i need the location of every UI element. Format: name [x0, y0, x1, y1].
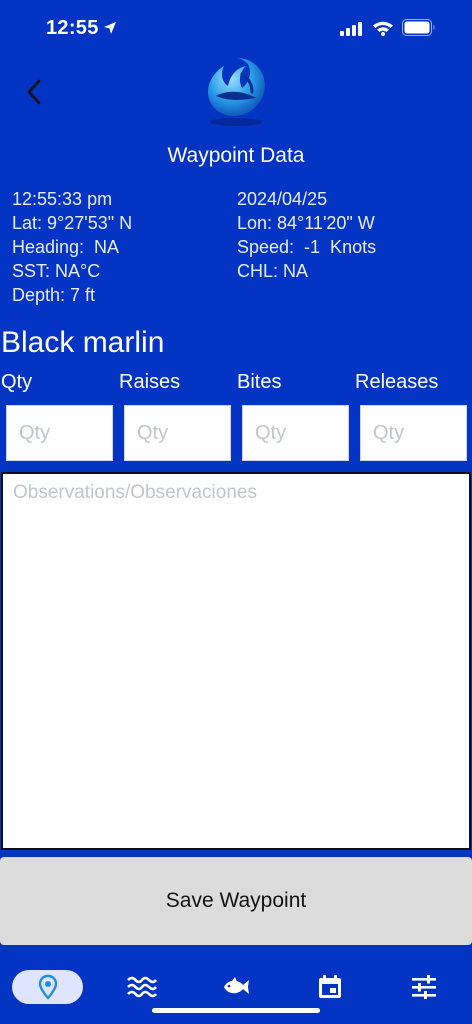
species-name: Black marlin — [1, 326, 165, 359]
tab-catch[interactable] — [212, 970, 260, 1004]
qty-input[interactable] — [6, 405, 113, 461]
sliders-icon — [412, 975, 436, 999]
bites-input[interactable] — [242, 405, 349, 461]
info-sst: SST: NA°C — [12, 261, 101, 281]
tab-settings[interactable] — [400, 970, 448, 1004]
tab-ocean[interactable] — [118, 970, 166, 1004]
label-releases: Releases — [355, 371, 439, 393]
status-bar: 12:55 — [0, 0, 472, 56]
info-depth: Depth: 7 ft — [12, 285, 96, 305]
info-date: 2024/04/25 — [237, 189, 328, 209]
home-indicator — [152, 1008, 320, 1013]
info-speed: Speed: -1 Knots — [237, 237, 377, 257]
chevron-left-icon — [27, 79, 41, 105]
app-logo-icon — [208, 58, 265, 126]
cellular-signal-icon — [340, 22, 362, 36]
location-pin-icon — [38, 974, 57, 1000]
waypoint-info-left: 12:55:33 pm Lat: 9°27'53" N Heading: NA … — [12, 187, 132, 307]
save-waypoint-button[interactable]: Save Waypoint — [0, 857, 472, 945]
battery-icon — [402, 19, 435, 36]
info-longitude: Lon: 84°11'20" W — [237, 213, 375, 233]
back-button[interactable] — [18, 76, 50, 108]
location-arrow-icon — [104, 22, 116, 34]
info-chl: CHL: NA — [237, 261, 309, 281]
info-latitude: Lat: 9°27'53" N — [12, 213, 133, 233]
releases-input[interactable] — [360, 405, 467, 461]
label-bites: Bites — [237, 371, 282, 393]
observations-textarea[interactable] — [1, 472, 471, 850]
tab-bar — [0, 958, 472, 1024]
tab-calendar[interactable] — [306, 970, 354, 1004]
waves-icon — [127, 976, 157, 998]
raises-input[interactable] — [124, 405, 231, 461]
page-title: Waypoint Data — [167, 144, 305, 167]
wifi-icon — [373, 21, 393, 36]
fish-icon — [224, 977, 249, 994]
label-raises: Raises — [119, 371, 181, 393]
calendar-icon — [319, 975, 341, 998]
tab-waypoint[interactable] — [12, 970, 83, 1004]
info-heading: Heading: NA — [12, 237, 120, 257]
info-time: 12:55:33 pm — [12, 189, 113, 209]
status-time: 12:55 — [46, 17, 99, 39]
label-qty: Qty — [1, 371, 33, 393]
waypoint-info-right: 2024/04/25 Lon: 84°11'20" W Speed: -1 Kn… — [237, 187, 376, 283]
